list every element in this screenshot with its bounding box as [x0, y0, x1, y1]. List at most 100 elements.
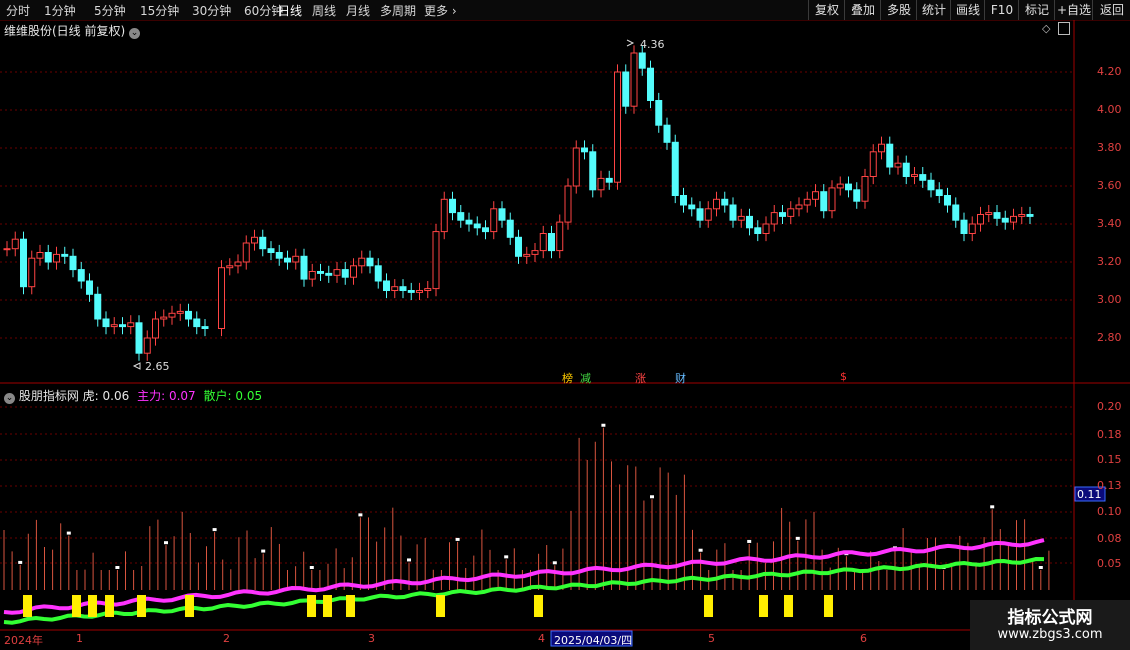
candle-body: [399, 286, 407, 292]
year-label: 2024年: [4, 634, 43, 647]
price-tick: 3.40: [1097, 217, 1122, 230]
candle-body: [968, 223, 976, 234]
candle-body: [341, 269, 349, 278]
candle-body: [457, 212, 465, 221]
bar-dot: [504, 555, 509, 559]
candle-body: [803, 198, 811, 206]
candle-body: [28, 257, 36, 288]
candle-body: [597, 177, 605, 191]
indicator-title: ⌄ 股朋指标网 虎: 0.06 主力: 0.07 散户: 0.05: [4, 387, 262, 404]
stock-title: 维维股份(日线 前复权) ⌄: [4, 22, 141, 39]
signal-block: [105, 595, 114, 617]
candle-body: [325, 272, 333, 276]
candle-body: [680, 195, 687, 206]
signal-block: [185, 595, 194, 617]
signal-block: [704, 595, 713, 617]
candle-body: [713, 198, 720, 210]
candle-body: [127, 322, 135, 328]
candle-body: [86, 280, 93, 295]
candle-body: [1001, 217, 1009, 223]
price-tick: 3.00: [1097, 293, 1122, 306]
candle-body: [795, 204, 803, 210]
main-force-line: [3, 538, 1045, 615]
chevron-down-icon[interactable]: ⌄: [4, 393, 15, 404]
indicator-tick: 0.18: [1097, 428, 1122, 441]
price-tick: 3.60: [1097, 179, 1122, 192]
candle-body: [267, 248, 275, 253]
signal-block: [534, 595, 543, 617]
event-marker-rise[interactable]: 涨: [635, 370, 646, 386]
bar-dot: [552, 561, 557, 565]
candle-body: [176, 310, 184, 314]
chevron-down-icon[interactable]: ⌄: [129, 28, 141, 39]
bar-dot: [407, 558, 411, 562]
candle-body: [812, 191, 819, 200]
high-price-label: 4.36: [640, 38, 665, 51]
candle-body: [490, 208, 498, 233]
low-price-label: 2.65: [145, 360, 170, 373]
signal-blocks: [23, 595, 833, 617]
candle-body: [465, 219, 473, 225]
bar-dot: [698, 548, 703, 552]
candle-body: [201, 326, 209, 330]
candle-body: [193, 318, 201, 328]
chart-canvas[interactable]: [0, 0, 1130, 650]
candle-body: [902, 162, 910, 177]
candle-body: [242, 242, 250, 263]
candle-body: [828, 187, 836, 212]
signal-block: [307, 595, 316, 617]
candle-body: [960, 219, 968, 234]
candle-body: [432, 231, 440, 290]
candle-body: [424, 288, 432, 292]
bar-dot: [66, 531, 71, 535]
candle-body: [259, 236, 267, 250]
month-label: 1: [76, 632, 83, 645]
candle-body: [886, 143, 894, 168]
candle-body: [20, 238, 27, 288]
candle-body: [820, 191, 828, 212]
low-arrow-icon: [132, 362, 141, 370]
candle-body: [663, 124, 671, 143]
candle-body: [721, 198, 729, 206]
candle-body: [696, 208, 704, 221]
watermark-url: www.zbgs3.com: [997, 627, 1103, 642]
candle-body: [333, 269, 341, 276]
candle-body: [506, 219, 514, 238]
tiger-histogram: [3, 423, 1050, 590]
event-marker-rank[interactable]: 榜: [562, 370, 573, 386]
candle-body: [358, 257, 366, 267]
candle-body: [548, 233, 555, 252]
bar-dot: [990, 505, 995, 509]
candle-body: [878, 143, 885, 153]
candle-body: [836, 183, 844, 189]
watermark: 指标公式网 www.zbgs3.com: [970, 600, 1130, 650]
panel-toggle-icon[interactable]: [1058, 22, 1070, 35]
candle-body: [36, 252, 44, 259]
candle-body: [754, 227, 762, 235]
event-marker-reduce[interactable]: 减: [580, 370, 591, 386]
high-arrow-icon: [626, 39, 635, 47]
signal-block: [72, 595, 81, 617]
candle-body: [853, 189, 861, 202]
candle-body: [473, 223, 481, 229]
indicator-grid: [0, 406, 1074, 564]
bar-dot: [601, 423, 606, 427]
candle-body: [927, 179, 935, 191]
signal-block: [323, 595, 332, 617]
candle-body: [993, 212, 1001, 219]
event-marker-finance[interactable]: 财: [675, 370, 686, 386]
candle-body: [655, 100, 663, 126]
candle-body: [94, 293, 102, 320]
price-tick: 3.80: [1097, 141, 1122, 154]
candle-body: [746, 215, 753, 229]
candle-body: [308, 271, 316, 280]
candle-body: [779, 212, 786, 217]
bar-dot: [261, 549, 266, 553]
diamond-icon[interactable]: ◇: [1042, 22, 1050, 35]
candle-body: [556, 221, 564, 252]
candle-body: [737, 215, 745, 221]
event-marker-dollar[interactable]: $: [840, 370, 847, 383]
bar-dot: [747, 539, 752, 543]
price-tick: 3.20: [1097, 255, 1122, 268]
retail-value: 0.05: [235, 389, 263, 403]
